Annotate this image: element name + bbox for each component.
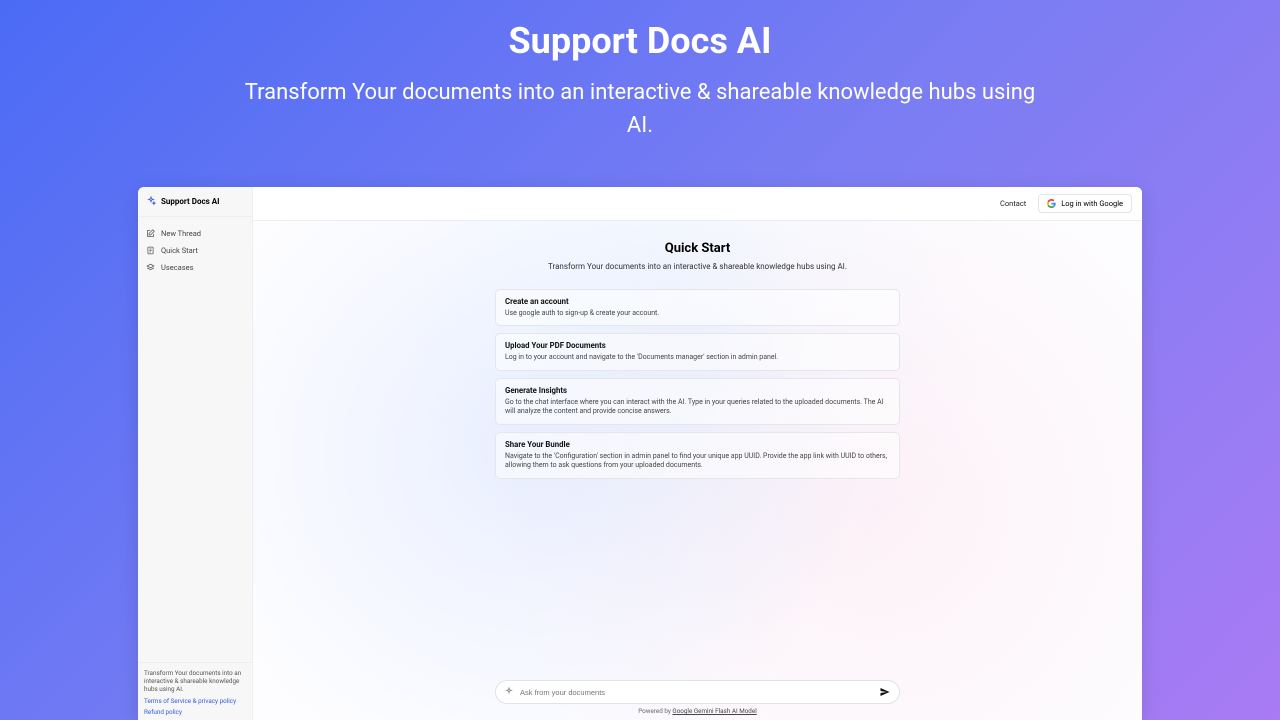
hero-subtitle: Transform Your documents into an interac… <box>230 76 1050 142</box>
page-title: Quick Start <box>495 241 900 256</box>
sidebar-item-quick-start[interactable]: Quick Start <box>143 242 247 259</box>
sidebar-item-new-thread[interactable]: New Thread <box>143 225 247 242</box>
google-icon <box>1047 199 1056 208</box>
step-card: Create an account Use google auth to sig… <box>495 289 900 326</box>
contact-link[interactable]: Contact <box>1000 199 1026 208</box>
doc-icon <box>146 246 155 255</box>
step-card: Generate Insights Go to the chat interfa… <box>495 378 900 425</box>
layers-icon <box>146 263 155 272</box>
page-subtitle: Transform Your documents into an interac… <box>495 262 900 271</box>
sidebar-item-usecases[interactable]: Usecases <box>143 259 247 276</box>
input-area: Powered by Google Gemini Flash AI Model <box>253 680 1142 715</box>
sparkle-icon <box>504 687 514 697</box>
sidebar-item-label: Quick Start <box>161 246 198 255</box>
content: Quick Start Transform Your documents int… <box>253 221 1142 720</box>
step-body: Navigate to the 'Configuration' section … <box>505 452 890 471</box>
step-body: Log in to your account and navigate to t… <box>505 353 890 362</box>
hero-title: Support Docs AI <box>0 20 1280 62</box>
edit-icon <box>146 229 155 238</box>
brand-text: Support Docs AI <box>161 197 219 206</box>
step-title: Create an account <box>505 297 890 306</box>
step-card: Share Your Bundle Navigate to the 'Confi… <box>495 432 900 479</box>
login-label: Log in with Google <box>1061 199 1123 208</box>
app-frame: Support Docs AI New Thread Quick Start U… <box>138 187 1142 720</box>
sidebar: Support Docs AI New Thread Quick Start U… <box>138 187 253 720</box>
login-button[interactable]: Log in with Google <box>1038 194 1132 213</box>
model-link[interactable]: Google Gemini Flash AI Model <box>672 707 756 715</box>
step-title: Upload Your PDF Documents <box>505 341 890 350</box>
step-body: Go to the chat interface where you can i… <box>505 398 890 417</box>
sidebar-footer: Transform Your documents into an interac… <box>138 662 252 720</box>
sparkle-icon <box>146 196 156 206</box>
step-title: Share Your Bundle <box>505 440 890 449</box>
topbar: Contact Log in with Google <box>253 187 1142 221</box>
main: Contact Log in with Google Quick Start T… <box>253 187 1142 720</box>
terms-link[interactable]: Terms of Service & privacy policy <box>144 697 246 705</box>
ask-input[interactable] <box>520 688 873 697</box>
brand[interactable]: Support Docs AI <box>138 187 252 217</box>
send-icon[interactable] <box>879 686 891 698</box>
sidebar-item-label: Usecases <box>161 263 193 272</box>
powered-by: Powered by Google Gemini Flash AI Model <box>253 707 1142 715</box>
step-card: Upload Your PDF Documents Log in to your… <box>495 333 900 370</box>
footer-blurb: Transform Your documents into an interac… <box>144 669 246 694</box>
ask-input-bar[interactable] <box>495 680 900 704</box>
step-body: Use google auth to sign-up & create your… <box>505 309 890 318</box>
sidebar-nav: New Thread Quick Start Usecases <box>138 217 252 662</box>
step-title: Generate Insights <box>505 386 890 395</box>
refund-link[interactable]: Refund policy <box>144 708 246 716</box>
sidebar-item-label: New Thread <box>161 229 201 238</box>
hero: Support Docs AI Transform Your documents… <box>0 0 1280 142</box>
